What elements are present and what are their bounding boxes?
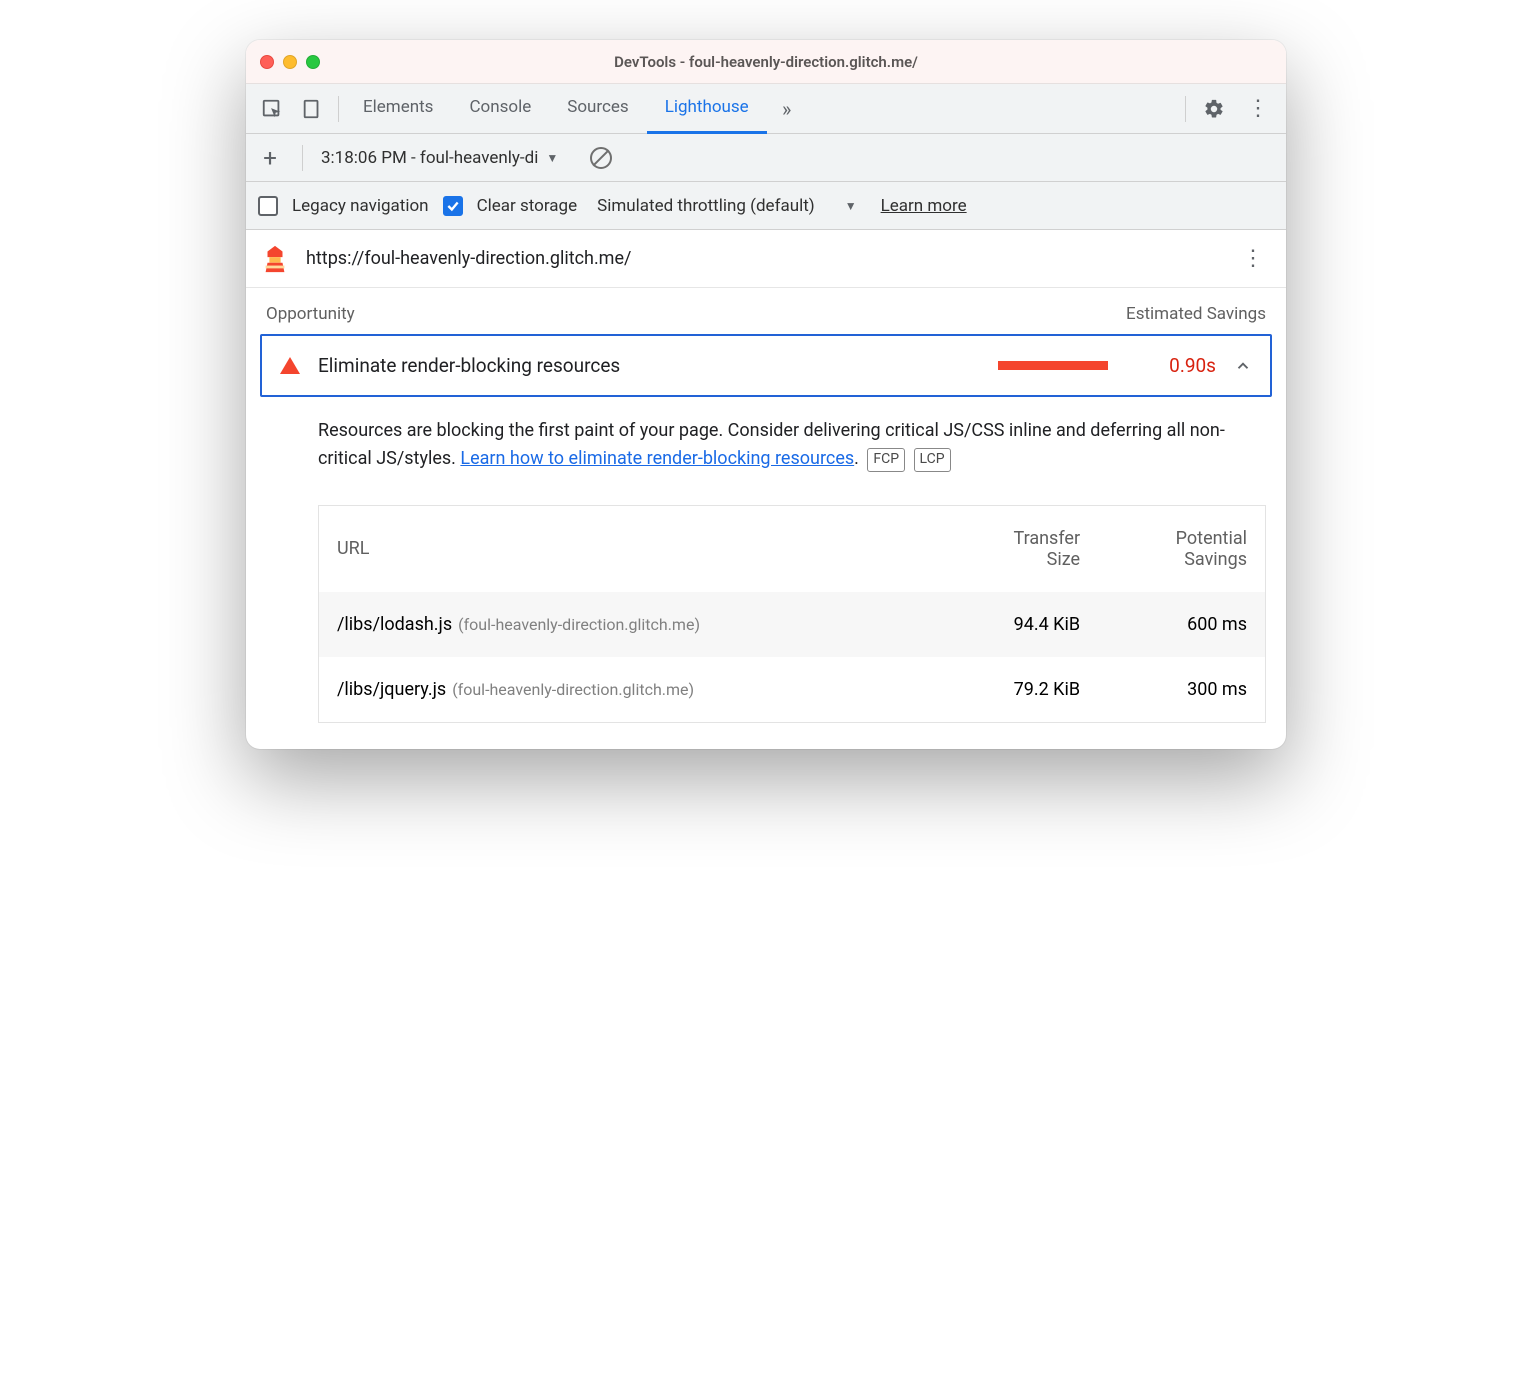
tab-lighthouse[interactable]: Lighthouse (647, 84, 767, 134)
col-savings: PotentialSavings (1098, 505, 1265, 592)
clear-all-icon[interactable] (590, 147, 612, 169)
window-maximize-button[interactable] (306, 55, 320, 69)
lighthouse-settings-bar: Legacy navigation Clear storage Simulate… (246, 182, 1286, 230)
kebab-menu-icon[interactable]: ⋮ (1236, 84, 1280, 134)
estimated-savings-heading: Estimated Savings (1126, 304, 1266, 324)
tab-bar: ElementsConsoleSourcesLighthouse » ⋮ (246, 84, 1286, 134)
report-menu-icon[interactable]: ⋮ (1234, 246, 1272, 271)
opportunity-heading: Opportunity (266, 304, 355, 324)
cell-url: /libs/jquery.js(foul-heavenly-direction.… (319, 657, 939, 723)
toolbar-separator (302, 145, 303, 171)
cell-url: /libs/lodash.js(foul-heavenly-direction.… (319, 592, 939, 657)
clear-storage-label: Clear storage (477, 196, 578, 216)
cell-size: 79.2 KiB (939, 657, 1098, 723)
settings-icon[interactable] (1192, 84, 1236, 134)
cell-savings: 300 ms (1098, 657, 1265, 723)
learn-more-link[interactable]: Learn more (881, 196, 967, 216)
legacy-navigation-checkbox[interactable] (258, 196, 278, 216)
fcp-badge: FCP (867, 448, 905, 472)
legacy-navigation-label: Legacy navigation (292, 196, 429, 216)
report-url-row: https://foul-heavenly-direction.glitch.m… (246, 230, 1286, 288)
throttling-label: Simulated throttling (default) (597, 196, 815, 216)
opportunities-header: Opportunity Estimated Savings (246, 288, 1286, 334)
tab-sources[interactable]: Sources (549, 84, 646, 134)
table-row: /libs/jquery.js(foul-heavenly-direction.… (319, 657, 1266, 723)
window-close-button[interactable] (260, 55, 274, 69)
lighthouse-logo-icon (260, 244, 290, 274)
new-report-button[interactable]: + (256, 144, 284, 172)
report-selector[interactable]: 3:18:06 PM - foul-heavenly-di ▼ (321, 148, 558, 168)
learn-link[interactable]: Learn how to eliminate render-blocking r… (460, 448, 854, 469)
audit-title: Eliminate render-blocking resources (318, 354, 980, 377)
cell-savings: 600 ms (1098, 592, 1265, 657)
traffic-lights (260, 55, 320, 69)
lcp-badge: LCP (914, 448, 951, 472)
report-selector-label: 3:18:06 PM - foul-heavenly-di (321, 148, 538, 168)
fail-triangle-icon (280, 357, 300, 374)
chevron-down-icon: ▼ (546, 151, 558, 165)
inspect-icon[interactable] (252, 84, 292, 134)
clear-storage-checkbox[interactable] (443, 196, 463, 216)
audit-description: Resources are blocking the first paint o… (246, 409, 1286, 481)
resources-table: URL TransferSize PotentialSavings /libs/… (318, 505, 1266, 723)
audit-render-blocking[interactable]: Eliminate render-blocking resources 0.90… (260, 334, 1272, 397)
tab-console[interactable]: Console (451, 84, 549, 134)
audit-description-suffix: . (854, 448, 859, 469)
toolbar-separator (338, 96, 339, 122)
savings-bar (998, 361, 1108, 370)
col-size: TransferSize (939, 505, 1098, 592)
report-url: https://foul-heavenly-direction.glitch.m… (306, 248, 631, 269)
table-row: /libs/lodash.js(foul-heavenly-direction.… (319, 592, 1266, 657)
devtools-window: DevTools - foul-heavenly-direction.glitc… (246, 40, 1286, 749)
lighthouse-toolbar: + 3:18:06 PM - foul-heavenly-di ▼ (246, 134, 1286, 182)
titlebar: DevTools - foul-heavenly-direction.glitc… (246, 40, 1286, 84)
throttling-dropdown[interactable]: ▼ (845, 199, 857, 213)
window-title: DevTools - foul-heavenly-direction.glitc… (246, 53, 1286, 71)
tab-elements[interactable]: Elements (345, 84, 451, 134)
more-tabs-icon[interactable]: » (767, 84, 807, 134)
toolbar-separator (1185, 96, 1186, 122)
table-header-row: URL TransferSize PotentialSavings (319, 505, 1266, 592)
device-toolbar-icon[interactable] (292, 84, 332, 134)
col-url: URL (319, 505, 939, 592)
cell-size: 94.4 KiB (939, 592, 1098, 657)
audit-value: 0.90s (1126, 354, 1216, 377)
chevron-up-icon[interactable] (1234, 357, 1252, 375)
window-minimize-button[interactable] (283, 55, 297, 69)
